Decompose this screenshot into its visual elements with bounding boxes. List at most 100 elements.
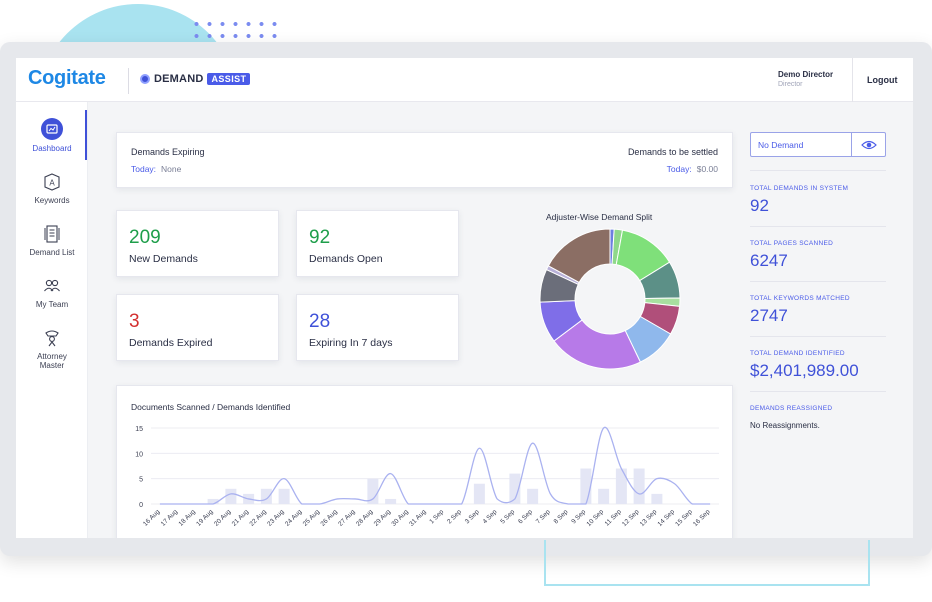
x-tick-label: 27 Aug [337, 508, 357, 528]
stat-card-new-demands[interactable]: 209 New Demands [116, 210, 279, 277]
x-tick-label: 1 Sep [428, 508, 445, 525]
y-tick-label: 10 [135, 451, 143, 458]
stat-label: Demands Open [309, 253, 383, 265]
demand-filter-dropdown[interactable]: No Demand [750, 132, 886, 157]
adjuster-donut-chart[interactable] [539, 228, 681, 370]
stat-card-demands-expired[interactable]: 3 Demands Expired [116, 294, 279, 361]
sidebar-item-label: Keywords [34, 196, 70, 205]
demands-expiring-today: Today: None [131, 164, 181, 174]
expiry-card: Demands Expiring Today: None Demands to b… [116, 132, 733, 188]
bar[interactable] [473, 483, 485, 504]
eye-icon[interactable] [861, 138, 877, 152]
stat-value: 3 [129, 311, 140, 332]
x-tick-label: 12 Sep [621, 508, 641, 528]
x-tick-label: 4 Sep [482, 508, 499, 525]
x-tick-label: 19 Aug [195, 508, 215, 528]
bar[interactable] [225, 488, 237, 504]
stat-label: New Demands [129, 253, 198, 265]
stat-card-expiring-7-days[interactable]: 28 Expiring In 7 days [296, 294, 459, 361]
today-value: $0.00 [696, 164, 718, 174]
bar[interactable] [615, 468, 627, 504]
user-name: Demo Director [778, 70, 834, 79]
bar[interactable] [598, 488, 610, 504]
attorney-icon [45, 330, 59, 347]
x-tick-label: 25 Aug [302, 508, 322, 528]
sidebar-item-keywords[interactable]: A Keywords [16, 172, 88, 205]
y-tick-label: 0 [139, 502, 143, 509]
x-tick-label: 31 Aug [408, 508, 428, 528]
sidebar-item-label: My Team [35, 300, 69, 309]
today-key: Today: [131, 164, 157, 174]
x-tick-label: 29 Aug [373, 508, 393, 528]
stat-label: Demands Expired [129, 337, 213, 349]
sidebar-item-label: Demand List [29, 248, 75, 257]
chart-title: Documents Scanned / Demands Identified [131, 402, 291, 412]
x-tick-label: 30 Aug [391, 508, 411, 528]
bar[interactable] [260, 488, 272, 504]
user-role: Director [778, 81, 803, 88]
y-tick-label: 5 [139, 477, 143, 484]
x-tick-label: 10 Sep [586, 508, 606, 528]
sidebar: Dashboard A Keywords Demand List My Team… [16, 102, 88, 538]
x-tick-label: 11 Sep [604, 508, 623, 527]
bar[interactable] [651, 493, 663, 504]
reassignments-value: No Reassignments. [750, 421, 820, 430]
bar[interactable] [278, 488, 290, 504]
metric-value: $2,401,989.00 [750, 361, 859, 380]
x-tick-label: 21 Aug [231, 508, 251, 528]
x-tick-label: 8 Sep [553, 508, 570, 525]
sidebar-item-demand-list[interactable]: Demand List [16, 224, 88, 257]
x-tick-label: 3 Sep [464, 508, 481, 525]
active-indicator [85, 110, 87, 160]
x-tick-label: 16 Sep [692, 508, 712, 528]
bar[interactable] [580, 468, 592, 504]
x-tick-label: 23 Aug [266, 508, 286, 528]
logout-button[interactable]: Logout [867, 75, 898, 85]
x-tick-label: 26 Aug [320, 508, 340, 528]
decorative-dots [190, 18, 280, 42]
sidebar-item-label: Dashboard [32, 144, 72, 153]
x-tick-label: 18 Aug [178, 508, 198, 528]
metric-value: 92 [750, 196, 769, 215]
demands-expiring-title: Demands Expiring [131, 147, 205, 157]
y-tick-label: 15 [135, 426, 143, 433]
metric-label: DEMANDS REASSIGNED [750, 405, 833, 412]
product-logo[interactable]: DEMAND ASSIST [140, 73, 251, 85]
sidebar-item-label: Attorney Master [37, 352, 67, 370]
brand-logo[interactable]: Cogitate [28, 67, 106, 90]
marketing-stage: Cogitate DEMAND ASSIST Demo Director Dir… [0, 0, 932, 602]
bar[interactable] [527, 488, 539, 504]
header-divider [852, 58, 853, 102]
x-tick-label: 28 Aug [355, 508, 375, 528]
metric-value: 6247 [750, 251, 788, 270]
stat-card-demands-open[interactable]: 92 Demands Open [296, 210, 459, 277]
today-key: Today: [666, 164, 692, 174]
stat-value: 28 [309, 311, 331, 332]
x-tick-label: 24 Aug [284, 508, 304, 528]
panel-divider [750, 170, 886, 171]
bar[interactable] [385, 498, 397, 504]
team-icon [44, 279, 60, 292]
user-info[interactable]: Demo Director Director [778, 70, 833, 88]
stat-value: 209 [129, 227, 161, 248]
panel-divider [750, 226, 886, 227]
sidebar-item-my-team[interactable]: My Team [16, 276, 88, 309]
top-bar: Cogitate DEMAND ASSIST Demo Director Dir… [16, 58, 913, 102]
demands-settled-today: Today: $0.00 [667, 164, 718, 174]
panel-divider [750, 281, 886, 282]
x-tick-label: 17 Aug [160, 508, 180, 528]
metric-value: 2747 [750, 306, 788, 325]
metric-label: TOTAL PAGES SCANNED [750, 240, 834, 247]
x-tick-label: 15 Sep [674, 508, 694, 528]
dropdown-value: No Demand [758, 140, 804, 150]
x-tick-label: 20 Aug [213, 508, 233, 528]
sidebar-item-attorney-master[interactable]: Attorney Master [16, 328, 88, 370]
series-line[interactable] [159, 426, 711, 505]
demand-list-icon [44, 225, 60, 243]
pie-chart-title: Adjuster-Wise Demand Split [546, 212, 653, 222]
documents-chart[interactable]: 0 5 10 15 16 Aug17 Aug18 Aug19 Aug20 Aug21 A… [117, 416, 734, 538]
product-name: DEMAND [154, 73, 204, 85]
sidebar-item-dashboard[interactable]: Dashboard [16, 118, 88, 153]
demands-settled-title: Demands to be settled [627, 147, 718, 157]
bar[interactable] [633, 468, 645, 504]
